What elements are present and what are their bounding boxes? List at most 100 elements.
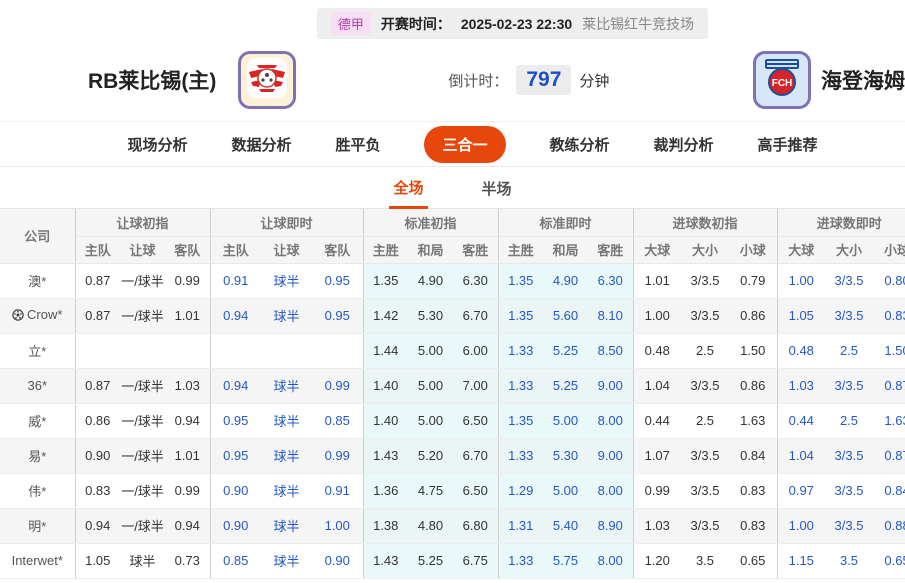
tab-full-match[interactable]: 全场 xyxy=(389,167,428,209)
odds-cell: 1.31 xyxy=(497,508,543,544)
table-sub-header-row: 主队 让球 客队 主队 让球 客队 主胜 和局 客胜 主胜 和局 客胜 大球 大… xyxy=(0,236,905,264)
odds-cell: 1.01 xyxy=(165,298,210,334)
company-cell[interactable]: 伟* xyxy=(0,473,76,509)
odds-cell: 2.5 xyxy=(681,403,729,439)
venue: 莱比锡红牛竞技场 xyxy=(582,15,695,32)
col-header: 让球 xyxy=(120,236,165,264)
col-header: 小球 xyxy=(729,236,778,264)
col-header: 让球 xyxy=(261,236,312,264)
odds-cell: 6.00 xyxy=(453,333,498,369)
odds-cell: 0.48 xyxy=(632,333,681,369)
countdown-minutes: 797 xyxy=(516,65,572,95)
tab-live-analysis[interactable]: 现场分析 xyxy=(127,134,187,155)
company-cell[interactable]: 36* xyxy=(0,368,76,404)
col-header: 主胜 xyxy=(362,236,408,264)
tab-data-analysis[interactable]: 数据分析 xyxy=(231,134,291,155)
odds-cell: 0.90 xyxy=(209,508,261,544)
odds-cell: 0.44 xyxy=(776,403,826,439)
match-info-bar: 德甲 开赛时间： 2025-02-23 22:30 莱比锡红牛竞技场 xyxy=(316,8,709,39)
odds-cell: 1.20 xyxy=(632,543,681,579)
odds-table-body: 澳* 0.87 一/球半 0.99 0.91 球半 0.95 1.35 4.90 6.30 1.35… xyxy=(0,263,905,579)
odds-cell: 0.88 xyxy=(873,508,905,544)
odds-cell: 0.65 xyxy=(729,543,778,579)
company-cell[interactable]: Interwet* xyxy=(0,543,76,579)
odds-cell: 1.33 xyxy=(497,438,543,474)
odds-cell: 1.38 xyxy=(362,508,408,544)
odds-cell: 1.40 xyxy=(362,403,408,439)
odds-cell: 0.80 xyxy=(873,263,905,299)
odds-cell: 5.75 xyxy=(543,543,588,579)
table-row: Interwet* 1.05 球半 0.73 0.85 球半 0.90 1.43 5.25 6.7… xyxy=(0,543,905,579)
odds-cell: 0.91 xyxy=(209,263,261,299)
odds-cell: 3/3.5 xyxy=(825,298,874,334)
group-header-standard-initial: 标准初指 xyxy=(362,209,498,237)
odds-cell: 0.99 xyxy=(632,473,681,509)
home-team-logo xyxy=(238,51,297,109)
tab-coach-analysis[interactable]: 教练分析 xyxy=(550,134,610,155)
odds-cell xyxy=(75,333,120,369)
odds-cell: 0.90 xyxy=(75,438,120,474)
countdown-label: 倒计时： xyxy=(448,72,509,90)
odds-cell: 3/3.5 xyxy=(825,263,874,299)
odds-cell: 0.97 xyxy=(776,473,826,509)
kickoff-label: 开赛时间： xyxy=(380,15,451,32)
odds-cell: 1.40 xyxy=(362,368,408,404)
odds-cell: 1.42 xyxy=(362,298,408,334)
tab-expert-picks[interactable]: 高手推荐 xyxy=(758,134,818,155)
odds-cell: 0.90 xyxy=(312,543,363,579)
col-header: 客队 xyxy=(165,236,210,264)
company-cell[interactable]: 易* xyxy=(0,438,76,474)
odds-cell: 3/3.5 xyxy=(681,438,729,474)
company-cell[interactable]: 威* xyxy=(0,403,76,439)
odds-cell: 5.25 xyxy=(543,368,588,404)
odds-cell: 球半 xyxy=(261,473,312,509)
company-cell[interactable]: 澳* xyxy=(0,263,76,299)
odds-cell: 0.95 xyxy=(312,263,363,299)
company-cell[interactable]: 明* xyxy=(0,508,76,544)
odds-cell: 0.94 xyxy=(165,508,210,544)
odds-cell: 9.00 xyxy=(588,368,633,404)
odds-cell: 1.50 xyxy=(873,333,905,369)
tab-half-match[interactable]: 半场 xyxy=(478,168,516,207)
odds-cell: 1.36 xyxy=(362,473,408,509)
odds-cell: 0.65 xyxy=(873,543,905,579)
group-header-standard-live: 标准即时 xyxy=(497,209,633,237)
odds-cell: 一/球半 xyxy=(120,508,165,544)
soccer-ball-icon xyxy=(12,309,24,324)
odds-cell: 1.03 xyxy=(632,508,681,544)
odds-cell xyxy=(261,333,312,369)
odds-cell: 1.03 xyxy=(776,368,826,404)
rb-leipzig-crest-icon xyxy=(245,56,289,105)
odds-cell: 1.33 xyxy=(497,368,543,404)
odds-cell: 5.00 xyxy=(408,333,453,369)
home-team-name: RB莱比锡(主) xyxy=(88,70,217,93)
company-cell[interactable]: 立* xyxy=(0,333,76,369)
odds-cell: 3/3.5 xyxy=(825,508,874,544)
odds-cell: 6.70 xyxy=(453,298,498,334)
odds-cell: 球半 xyxy=(261,403,312,439)
odds-cell: 2.5 xyxy=(825,403,874,439)
tab-win-draw-lose[interactable]: 胜平负 xyxy=(335,134,380,155)
col-header: 小球 xyxy=(873,236,905,264)
league-badge[interactable]: 德甲 xyxy=(330,12,371,35)
odds-cell: 6.50 xyxy=(453,473,498,509)
odds-cell: 3/3.5 xyxy=(681,368,729,404)
tab-referee-analysis[interactable]: 裁判分析 xyxy=(654,134,714,155)
away-team-logo: FCH xyxy=(753,51,811,109)
company-cell[interactable]: Crow* xyxy=(0,298,76,334)
odds-cell: 5.25 xyxy=(408,543,453,579)
odds-cell: 8.90 xyxy=(588,508,633,544)
col-header: 客队 xyxy=(312,236,363,264)
main-nav: 现场分析 数据分析 胜平负 三合一 教练分析 裁判分析 高手推荐 xyxy=(0,121,905,167)
col-header: 和局 xyxy=(408,236,453,264)
odds-cell: 0.94 xyxy=(209,368,261,404)
away-team-name: 海登海姆 xyxy=(821,70,905,93)
table-row: 威* 0.86 一/球半 0.94 0.95 球半 0.85 1.40 5.00 6.50 1.35… xyxy=(0,403,905,439)
odds-cell: 一/球半 xyxy=(120,368,165,404)
tab-three-in-one[interactable]: 三合一 xyxy=(424,125,506,163)
odds-cell: 0.91 xyxy=(312,473,363,509)
odds-cell: 0.83 xyxy=(729,473,778,509)
odds-cell: 1.43 xyxy=(362,543,408,579)
odds-cell: 1.43 xyxy=(362,438,408,474)
odds-cell: 0.87 xyxy=(75,368,120,404)
